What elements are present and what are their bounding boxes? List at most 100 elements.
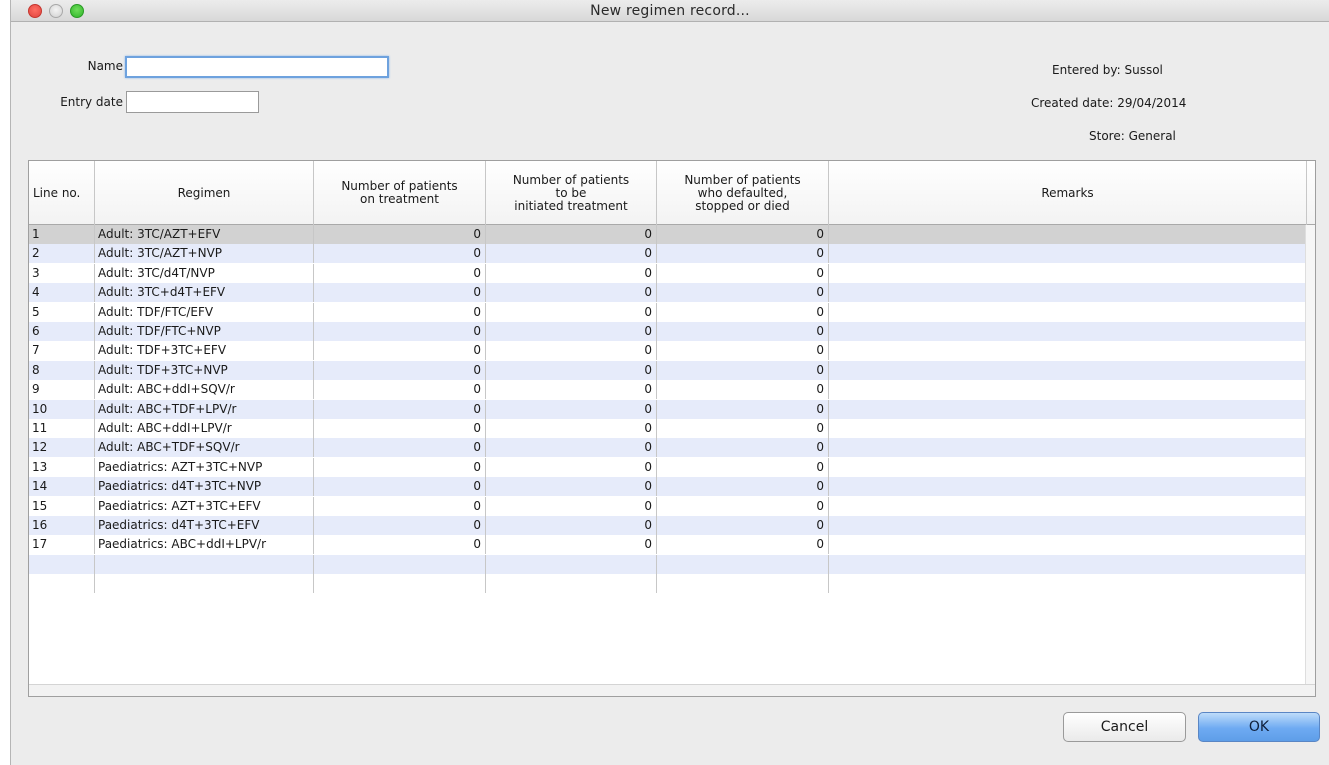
table-row[interactable] [29,574,1307,594]
cell-line-no[interactable]: 9 [29,380,95,400]
cell-on-treatment[interactable]: 0 [314,263,486,283]
cell-regimen[interactable]: Adult: ABC+TDF+SQV/r [95,438,314,458]
column-header-on-treatment[interactable]: Number of patients on treatment [314,161,486,225]
cell-defaulted[interactable]: 0 [657,302,829,322]
entry-date-input[interactable] [126,91,259,113]
table-row[interactable]: 8 Adult: TDF+3TC+NVP 0 0 0 [29,360,1307,380]
cell-remarks[interactable] [829,516,1307,535]
cell-to-initiate[interactable]: 0 [486,477,657,497]
cell-regimen[interactable]: Paediatrics: ABC+ddI+LPV/r [95,535,314,555]
cell-line-no[interactable] [29,554,95,574]
cell-line-no[interactable]: 7 [29,341,95,361]
cell-on-treatment[interactable]: 0 [314,399,486,419]
cell-line-no[interactable]: 1 [29,225,95,244]
cell-on-treatment[interactable] [314,554,486,574]
cell-remarks[interactable] [829,535,1307,555]
cell-defaulted[interactable]: 0 [657,244,829,264]
cell-on-treatment[interactable]: 0 [314,225,486,244]
cell-regimen[interactable]: Paediatrics: AZT+3TC+NVP [95,457,314,477]
cell-to-initiate[interactable]: 0 [486,244,657,264]
cell-line-no[interactable] [29,574,95,594]
column-header-to-initiate[interactable]: Number of patients to be initiated treat… [486,161,657,225]
cell-on-treatment[interactable]: 0 [314,380,486,400]
cell-regimen[interactable]: Adult: ABC+TDF+LPV/r [95,399,314,419]
cell-to-initiate[interactable]: 0 [486,263,657,283]
cell-on-treatment[interactable]: 0 [314,341,486,361]
cell-defaulted[interactable]: 0 [657,341,829,361]
cell-line-no[interactable]: 6 [29,322,95,341]
column-header-remarks[interactable]: Remarks [829,161,1307,225]
cell-regimen[interactable]: Adult: TDF+3TC+EFV [95,341,314,361]
table-row[interactable] [29,554,1307,574]
cell-remarks[interactable] [829,302,1307,322]
cell-remarks[interactable] [829,322,1307,341]
cell-to-initiate[interactable] [486,554,657,574]
cell-line-no[interactable]: 15 [29,496,95,516]
cell-defaulted[interactable]: 0 [657,477,829,497]
cell-defaulted[interactable]: 0 [657,438,829,458]
cell-remarks[interactable] [829,419,1307,438]
cell-on-treatment[interactable]: 0 [314,496,486,516]
cell-defaulted[interactable] [657,574,829,594]
cell-regimen[interactable] [95,554,314,574]
cell-on-treatment[interactable]: 0 [314,477,486,497]
cell-regimen[interactable]: Adult: TDF/FTC+NVP [95,322,314,341]
cell-defaulted[interactable]: 0 [657,360,829,380]
cell-regimen[interactable]: Adult: 3TC+d4T+EFV [95,283,314,303]
cell-to-initiate[interactable]: 0 [486,516,657,535]
column-header-regimen[interactable]: Regimen [95,161,314,225]
cancel-button[interactable]: Cancel [1063,712,1186,742]
regimen-table[interactable]: Line no. Regimen Number of patients on t… [28,160,1316,697]
cell-defaulted[interactable]: 0 [657,225,829,244]
vertical-scrollbar[interactable] [1305,225,1315,684]
cell-on-treatment[interactable]: 0 [314,535,486,555]
cell-to-initiate[interactable]: 0 [486,360,657,380]
cell-to-initiate[interactable]: 0 [486,341,657,361]
table-row[interactable]: 4 Adult: 3TC+d4T+EFV 0 0 0 [29,283,1307,303]
cell-regimen[interactable]: Adult: ABC+ddI+SQV/r [95,380,314,400]
cell-line-no[interactable]: 3 [29,263,95,283]
cell-regimen[interactable]: Adult: 3TC/d4T/NVP [95,263,314,283]
cell-on-treatment[interactable]: 0 [314,322,486,341]
cell-defaulted[interactable]: 0 [657,263,829,283]
cell-defaulted[interactable]: 0 [657,457,829,477]
table-row[interactable]: 1 Adult: 3TC/AZT+EFV 0 0 0 [29,225,1307,244]
table-row[interactable]: 15 Paediatrics: AZT+3TC+EFV 0 0 0 [29,496,1307,516]
cell-remarks[interactable] [829,477,1307,497]
cell-defaulted[interactable]: 0 [657,283,829,303]
table-row[interactable]: 9 Adult: ABC+ddI+SQV/r 0 0 0 [29,380,1307,400]
cell-remarks[interactable] [829,360,1307,380]
cell-on-treatment[interactable]: 0 [314,360,486,380]
table-row[interactable]: 12 Adult: ABC+TDF+SQV/r 0 0 0 [29,438,1307,458]
cell-on-treatment[interactable]: 0 [314,516,486,535]
cell-line-no[interactable]: 2 [29,244,95,264]
cell-regimen[interactable]: Paediatrics: d4T+3TC+EFV [95,516,314,535]
cell-to-initiate[interactable]: 0 [486,283,657,303]
cell-line-no[interactable]: 8 [29,360,95,380]
cell-defaulted[interactable]: 0 [657,399,829,419]
cell-to-initiate[interactable]: 0 [486,380,657,400]
title-bar[interactable]: New regimen record... [11,0,1329,22]
cell-remarks[interactable] [829,496,1307,516]
cell-remarks[interactable] [829,438,1307,458]
column-header-defaulted[interactable]: Number of patients who defaulted, stoppe… [657,161,829,225]
cell-on-treatment[interactable]: 0 [314,244,486,264]
cell-regimen[interactable]: Adult: TDF/FTC/EFV [95,302,314,322]
cell-on-treatment[interactable]: 0 [314,438,486,458]
cell-defaulted[interactable]: 0 [657,535,829,555]
table-row[interactable]: 16 Paediatrics: d4T+3TC+EFV 0 0 0 [29,516,1307,535]
cell-remarks[interactable] [829,225,1307,244]
cell-defaulted[interactable]: 0 [657,322,829,341]
cell-on-treatment[interactable]: 0 [314,457,486,477]
cell-remarks[interactable] [829,574,1307,594]
cell-on-treatment[interactable] [314,574,486,594]
cell-to-initiate[interactable]: 0 [486,419,657,438]
cell-remarks[interactable] [829,380,1307,400]
table-row[interactable]: 3 Adult: 3TC/d4T/NVP 0 0 0 [29,263,1307,283]
cell-line-no[interactable]: 4 [29,283,95,303]
ok-button[interactable]: OK [1198,712,1320,742]
table-row[interactable]: 11 Adult: ABC+ddI+LPV/r 0 0 0 [29,419,1307,438]
cell-remarks[interactable] [829,263,1307,283]
table-row[interactable]: 6 Adult: TDF/FTC+NVP 0 0 0 [29,322,1307,341]
cell-to-initiate[interactable]: 0 [486,438,657,458]
